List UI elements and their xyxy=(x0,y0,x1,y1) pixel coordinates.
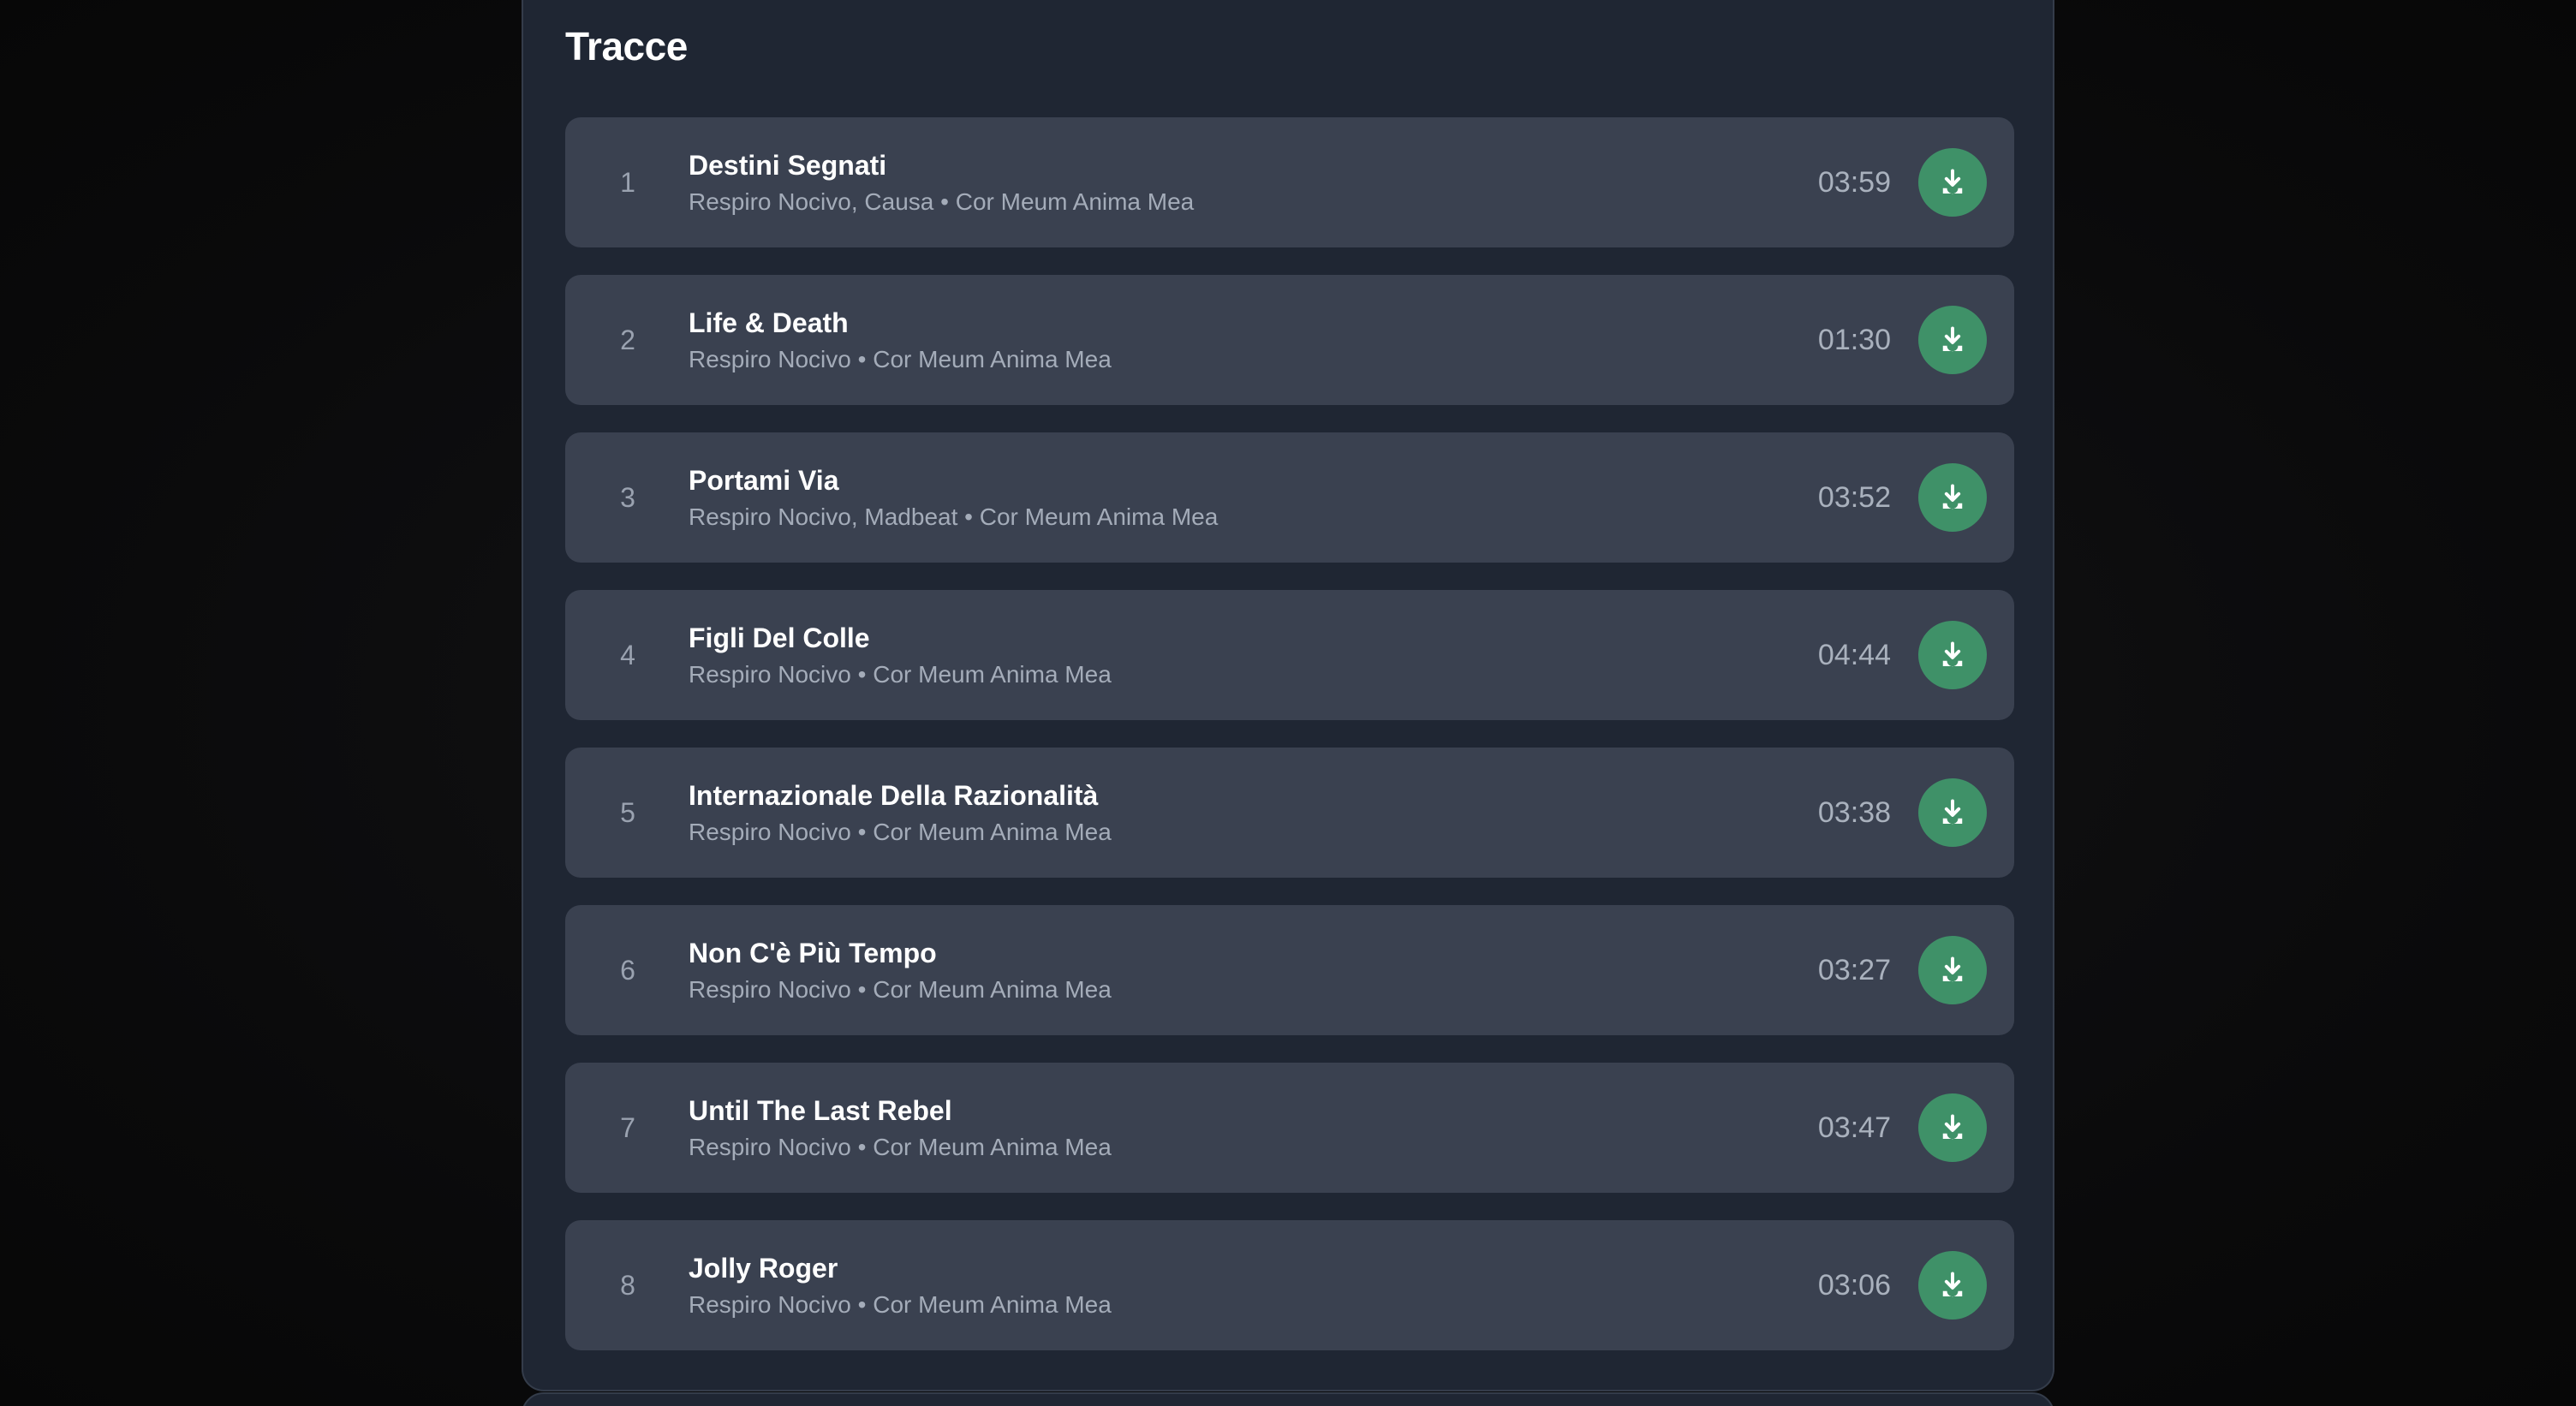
track-title[interactable]: Non C'è Più Tempo xyxy=(689,936,1757,970)
track-duration: 04:44 xyxy=(1817,639,1891,671)
track-title[interactable]: Destini Segnati xyxy=(689,148,1757,182)
track-artists: Respiro Nocivo xyxy=(689,976,851,1003)
download-icon xyxy=(1942,956,1963,982)
track-row[interactable]: 1 Destini Segnati Respiro Nocivo, Causa … xyxy=(565,117,2014,247)
track-duration: 03:52 xyxy=(1817,481,1891,514)
download-icon xyxy=(1942,1272,1963,1297)
meta-separator: • xyxy=(933,188,956,215)
track-number: 7 xyxy=(620,1112,635,1143)
track-title[interactable]: Portami Via xyxy=(689,463,1757,497)
download-icon xyxy=(1942,799,1963,825)
download-button[interactable] xyxy=(1918,778,1987,847)
download-button[interactable] xyxy=(1918,1093,1987,1162)
track-artists: Respiro Nocivo, Causa xyxy=(689,188,934,215)
download-button[interactable] xyxy=(1918,148,1987,217)
download-button[interactable] xyxy=(1918,306,1987,374)
next-panel-edge xyxy=(522,1392,2054,1406)
download-icon xyxy=(1942,326,1963,352)
track-meta: Respiro Nocivo, Causa • Cor Meum Anima M… xyxy=(689,188,1757,217)
track-row[interactable]: 7 Until The Last Rebel Respiro Nocivo • … xyxy=(565,1063,2014,1193)
meta-separator: • xyxy=(850,1291,874,1318)
track-info: Until The Last Rebel Respiro Nocivo • Co… xyxy=(689,1093,1757,1162)
meta-separator: • xyxy=(850,976,874,1003)
track-duration: 03:38 xyxy=(1817,796,1891,829)
page-background: Tracce 1 Destini Segnati Respiro Nocivo,… xyxy=(0,0,2576,1406)
section-title: Tracce xyxy=(565,24,688,69)
track-info: Portami Via Respiro Nocivo, Madbeat • Co… xyxy=(689,463,1757,532)
track-album: Cor Meum Anima Mea xyxy=(873,346,1112,372)
track-info: Destini Segnati Respiro Nocivo, Causa • … xyxy=(689,148,1757,217)
download-button[interactable] xyxy=(1918,621,1987,689)
track-number: 3 xyxy=(620,482,635,513)
track-row[interactable]: 8 Jolly Roger Respiro Nocivo • Cor Meum … xyxy=(565,1220,2014,1350)
track-meta: Respiro Nocivo • Cor Meum Anima Mea xyxy=(689,1290,1757,1320)
download-icon xyxy=(1942,1114,1963,1140)
track-duration: 01:30 xyxy=(1817,324,1891,356)
download-icon xyxy=(1942,484,1963,509)
track-row[interactable]: 5 Internazionale Della Razionalità Respi… xyxy=(565,748,2014,878)
track-title[interactable]: Life & Death xyxy=(689,306,1757,340)
track-number: 6 xyxy=(620,955,635,986)
track-album: Cor Meum Anima Mea xyxy=(873,1134,1112,1160)
track-title[interactable]: Internazionale Della Razionalità xyxy=(689,778,1757,813)
meta-separator: • xyxy=(850,346,874,372)
track-number: 4 xyxy=(620,640,635,670)
track-title[interactable]: Figli Del Colle xyxy=(689,621,1757,655)
track-album: Cor Meum Anima Mea xyxy=(873,976,1112,1003)
track-title[interactable]: Until The Last Rebel xyxy=(689,1093,1757,1128)
track-artists: Respiro Nocivo xyxy=(689,1291,851,1318)
track-number: 2 xyxy=(620,325,635,355)
track-meta: Respiro Nocivo • Cor Meum Anima Mea xyxy=(689,818,1757,847)
track-info: Non C'è Più Tempo Respiro Nocivo • Cor M… xyxy=(689,936,1757,1004)
track-list: 1 Destini Segnati Respiro Nocivo, Causa … xyxy=(565,117,2014,1378)
track-meta: Respiro Nocivo • Cor Meum Anima Mea xyxy=(689,975,1757,1004)
track-title[interactable]: Jolly Roger xyxy=(689,1251,1757,1285)
download-button[interactable] xyxy=(1918,936,1987,1004)
track-artists: Respiro Nocivo xyxy=(689,346,851,372)
track-number: 5 xyxy=(620,797,635,828)
track-row[interactable]: 6 Non C'è Più Tempo Respiro Nocivo • Cor… xyxy=(565,905,2014,1035)
meta-separator: • xyxy=(850,661,874,688)
track-meta: Respiro Nocivo, Madbeat • Cor Meum Anima… xyxy=(689,503,1757,532)
track-row[interactable]: 2 Life & Death Respiro Nocivo • Cor Meum… xyxy=(565,275,2014,405)
track-meta: Respiro Nocivo • Cor Meum Anima Mea xyxy=(689,345,1757,374)
meta-separator: • xyxy=(850,819,874,845)
track-album: Cor Meum Anima Mea xyxy=(955,188,1195,215)
track-duration: 03:47 xyxy=(1817,1111,1891,1144)
track-number: 8 xyxy=(620,1270,635,1301)
track-album: Cor Meum Anima Mea xyxy=(979,503,1219,530)
download-button[interactable] xyxy=(1918,1251,1987,1320)
track-album: Cor Meum Anima Mea xyxy=(873,1291,1112,1318)
download-icon xyxy=(1942,169,1963,194)
track-artists: Respiro Nocivo xyxy=(689,1134,851,1160)
track-info: Internazionale Della Razionalità Respiro… xyxy=(689,778,1757,847)
track-meta: Respiro Nocivo • Cor Meum Anima Mea xyxy=(689,660,1757,689)
meta-separator: • xyxy=(850,1134,874,1160)
track-artists: Respiro Nocivo xyxy=(689,661,851,688)
meta-separator: • xyxy=(957,503,980,530)
track-info: Jolly Roger Respiro Nocivo • Cor Meum An… xyxy=(689,1251,1757,1320)
track-duration: 03:59 xyxy=(1817,166,1891,199)
track-row[interactable]: 4 Figli Del Colle Respiro Nocivo • Cor M… xyxy=(565,590,2014,720)
track-row[interactable]: 3 Portami Via Respiro Nocivo, Madbeat • … xyxy=(565,432,2014,563)
track-album: Cor Meum Anima Mea xyxy=(873,661,1112,688)
download-icon xyxy=(1942,641,1963,667)
track-duration: 03:27 xyxy=(1817,954,1891,986)
track-artists: Respiro Nocivo, Madbeat xyxy=(689,503,958,530)
track-artists: Respiro Nocivo xyxy=(689,819,851,845)
track-number: 1 xyxy=(620,167,635,198)
track-info: Life & Death Respiro Nocivo • Cor Meum A… xyxy=(689,306,1757,374)
track-meta: Respiro Nocivo • Cor Meum Anima Mea xyxy=(689,1133,1757,1162)
track-duration: 03:06 xyxy=(1817,1269,1891,1302)
download-button[interactable] xyxy=(1918,463,1987,532)
tracks-panel: Tracce 1 Destini Segnati Respiro Nocivo,… xyxy=(522,0,2054,1391)
track-info: Figli Del Colle Respiro Nocivo • Cor Meu… xyxy=(689,621,1757,689)
track-album: Cor Meum Anima Mea xyxy=(873,819,1112,845)
